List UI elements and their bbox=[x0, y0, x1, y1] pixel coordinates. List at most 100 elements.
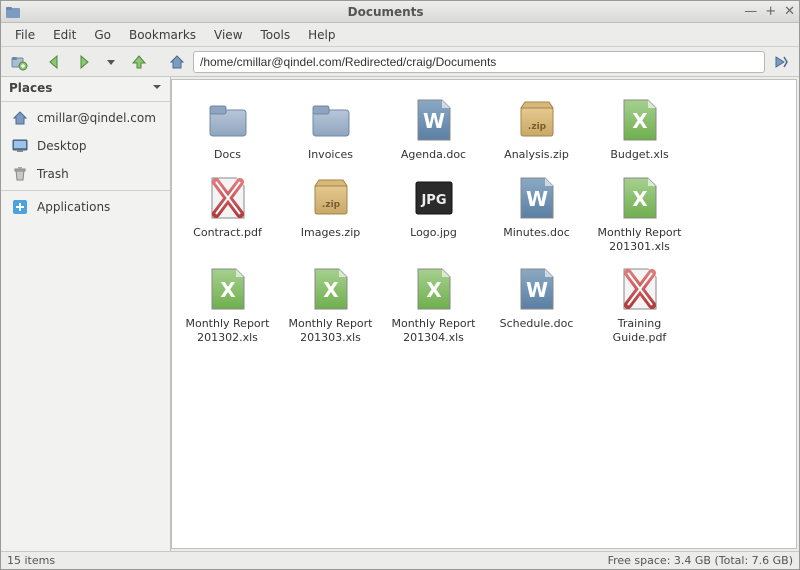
file-item[interactable]: XMonthly Report 201302.xls bbox=[176, 261, 279, 349]
menu-tools[interactable]: Tools bbox=[253, 25, 299, 45]
titlebar[interactable]: Documents — + ✕ bbox=[1, 1, 799, 23]
chevron-down-icon bbox=[152, 81, 162, 95]
sidebar-item-label: cmillar@qindel.com bbox=[37, 111, 156, 125]
file-label: Monthly Report 201304.xls bbox=[384, 317, 483, 345]
file-item[interactable]: JPG Logo.jpg bbox=[382, 170, 485, 258]
trash-icon bbox=[11, 165, 29, 183]
window-controls: — + ✕ bbox=[744, 5, 795, 19]
file-label: Budget.xls bbox=[610, 148, 668, 162]
file-label: Docs bbox=[214, 148, 241, 162]
menu-file[interactable]: File bbox=[7, 25, 43, 45]
zip-icon: .zip bbox=[307, 174, 355, 222]
home-button[interactable] bbox=[165, 50, 189, 74]
sidebar-item-label: Desktop bbox=[37, 139, 87, 153]
svg-text:X: X bbox=[632, 109, 648, 133]
desktop-icon bbox=[11, 137, 29, 155]
toolbar bbox=[1, 47, 799, 77]
file-label: Images.zip bbox=[301, 226, 361, 240]
file-item[interactable]: .zip Analysis.zip bbox=[485, 92, 588, 166]
file-item[interactable]: Invoices bbox=[279, 92, 382, 166]
path-input[interactable] bbox=[193, 51, 765, 73]
file-label: Agenda.doc bbox=[401, 148, 466, 162]
svg-text:X: X bbox=[220, 278, 236, 302]
svg-text:W: W bbox=[525, 187, 547, 211]
folder-icon bbox=[5, 4, 21, 20]
svg-text:X: X bbox=[632, 187, 648, 211]
file-item[interactable]: .zip Images.zip bbox=[279, 170, 382, 258]
divider bbox=[1, 101, 170, 102]
sidebar-item-desktop[interactable]: Desktop bbox=[1, 132, 170, 160]
sidebar-item-applications[interactable]: Applications bbox=[1, 193, 170, 221]
menu-edit[interactable]: Edit bbox=[45, 25, 84, 45]
sidebar-item-label: Trash bbox=[37, 167, 69, 181]
home-icon bbox=[11, 109, 29, 127]
content-pane[interactable]: Docs Invoices W Agenda.doc .zip Analysis.zip X… bbox=[171, 79, 797, 549]
doc-icon: W bbox=[513, 174, 561, 222]
menu-view[interactable]: View bbox=[206, 25, 250, 45]
xls-icon: X bbox=[204, 265, 252, 313]
file-label: Monthly Report 201303.xls bbox=[281, 317, 380, 345]
sidebar-item-home[interactable]: cmillar@qindel.com bbox=[1, 104, 170, 132]
go-button[interactable] bbox=[769, 50, 793, 74]
sidebar-header[interactable]: Places bbox=[1, 77, 170, 99]
menu-help[interactable]: Help bbox=[300, 25, 343, 45]
svg-text:W: W bbox=[422, 109, 444, 133]
forward-button[interactable] bbox=[71, 50, 95, 74]
menubar: File Edit Go Bookmarks View Tools Help bbox=[1, 23, 799, 47]
minimize-button[interactable]: — bbox=[744, 5, 757, 19]
status-free-space: Free space: 3.4 GB (Total: 7.6 GB) bbox=[608, 554, 793, 567]
file-item[interactable]: X Monthly Report 201303.xls bbox=[279, 261, 382, 349]
file-label: Schedule.doc bbox=[500, 317, 574, 331]
menu-go[interactable]: Go bbox=[86, 25, 119, 45]
new-tab-button[interactable] bbox=[7, 50, 31, 74]
file-item[interactable]: Training Guide.pdf bbox=[588, 261, 691, 349]
icon-grid: Docs Invoices W Agenda.doc .zip Analysis.zip X… bbox=[176, 92, 792, 349]
file-item[interactable]: X Monthly Report 201304.xls bbox=[382, 261, 485, 349]
xls-icon: X bbox=[616, 96, 664, 144]
folder-icon bbox=[307, 96, 355, 144]
folder-icon bbox=[204, 96, 252, 144]
xls-icon: X bbox=[616, 174, 664, 222]
back-button[interactable] bbox=[43, 50, 67, 74]
file-label: Invoices bbox=[308, 148, 353, 162]
sidebar-item-label: Applications bbox=[37, 200, 110, 214]
up-button[interactable] bbox=[127, 50, 151, 74]
status-item-count: 15 items bbox=[7, 554, 55, 567]
file-item[interactable]: W Minutes.doc bbox=[485, 170, 588, 258]
history-dropdown-button[interactable] bbox=[99, 50, 123, 74]
maximize-button[interactable]: + bbox=[765, 5, 776, 19]
svg-text:.zip: .zip bbox=[321, 200, 340, 210]
file-item[interactable]: Contract.pdf bbox=[176, 170, 279, 258]
xls-icon: X bbox=[307, 265, 355, 313]
file-label: Training Guide.pdf bbox=[590, 317, 689, 345]
body: Places cmillar@qindel.com Desktop Trash … bbox=[1, 77, 799, 551]
file-label: Minutes.doc bbox=[503, 226, 570, 240]
doc-icon: W bbox=[513, 265, 561, 313]
file-label: Contract.pdf bbox=[193, 226, 262, 240]
file-manager-window: Documents — + ✕ File Edit Go Bookmarks V… bbox=[0, 0, 800, 570]
menu-bookmarks[interactable]: Bookmarks bbox=[121, 25, 204, 45]
statusbar: 15 items Free space: 3.4 GB (Total: 7.6 … bbox=[1, 551, 799, 569]
file-item[interactable]: Docs bbox=[176, 92, 279, 166]
file-label: Monthly Report 201301.xls bbox=[590, 226, 689, 254]
svg-text:X: X bbox=[426, 278, 442, 302]
window-title: Documents bbox=[27, 5, 744, 19]
sidebar: Places cmillar@qindel.com Desktop Trash … bbox=[1, 77, 171, 551]
file-item[interactable]: X Budget.xls bbox=[588, 92, 691, 166]
jpg-icon: JPG bbox=[410, 174, 458, 222]
svg-text:JPG: JPG bbox=[420, 193, 446, 208]
sidebar-item-trash[interactable]: Trash bbox=[1, 160, 170, 188]
file-item[interactable]: X Monthly Report 201301.xls bbox=[588, 170, 691, 258]
file-label: Analysis.zip bbox=[504, 148, 569, 162]
file-label: Logo.jpg bbox=[410, 226, 457, 240]
zip-icon: .zip bbox=[513, 96, 561, 144]
file-item[interactable]: W Schedule.doc bbox=[485, 261, 588, 349]
svg-text:.zip: .zip bbox=[527, 122, 546, 132]
close-button[interactable]: ✕ bbox=[784, 5, 795, 19]
file-item[interactable]: W Agenda.doc bbox=[382, 92, 485, 166]
sidebar-header-label: Places bbox=[9, 81, 52, 95]
pdf-icon bbox=[616, 265, 664, 313]
xls-icon: X bbox=[410, 265, 458, 313]
apps-icon bbox=[11, 198, 29, 216]
doc-icon: W bbox=[410, 96, 458, 144]
